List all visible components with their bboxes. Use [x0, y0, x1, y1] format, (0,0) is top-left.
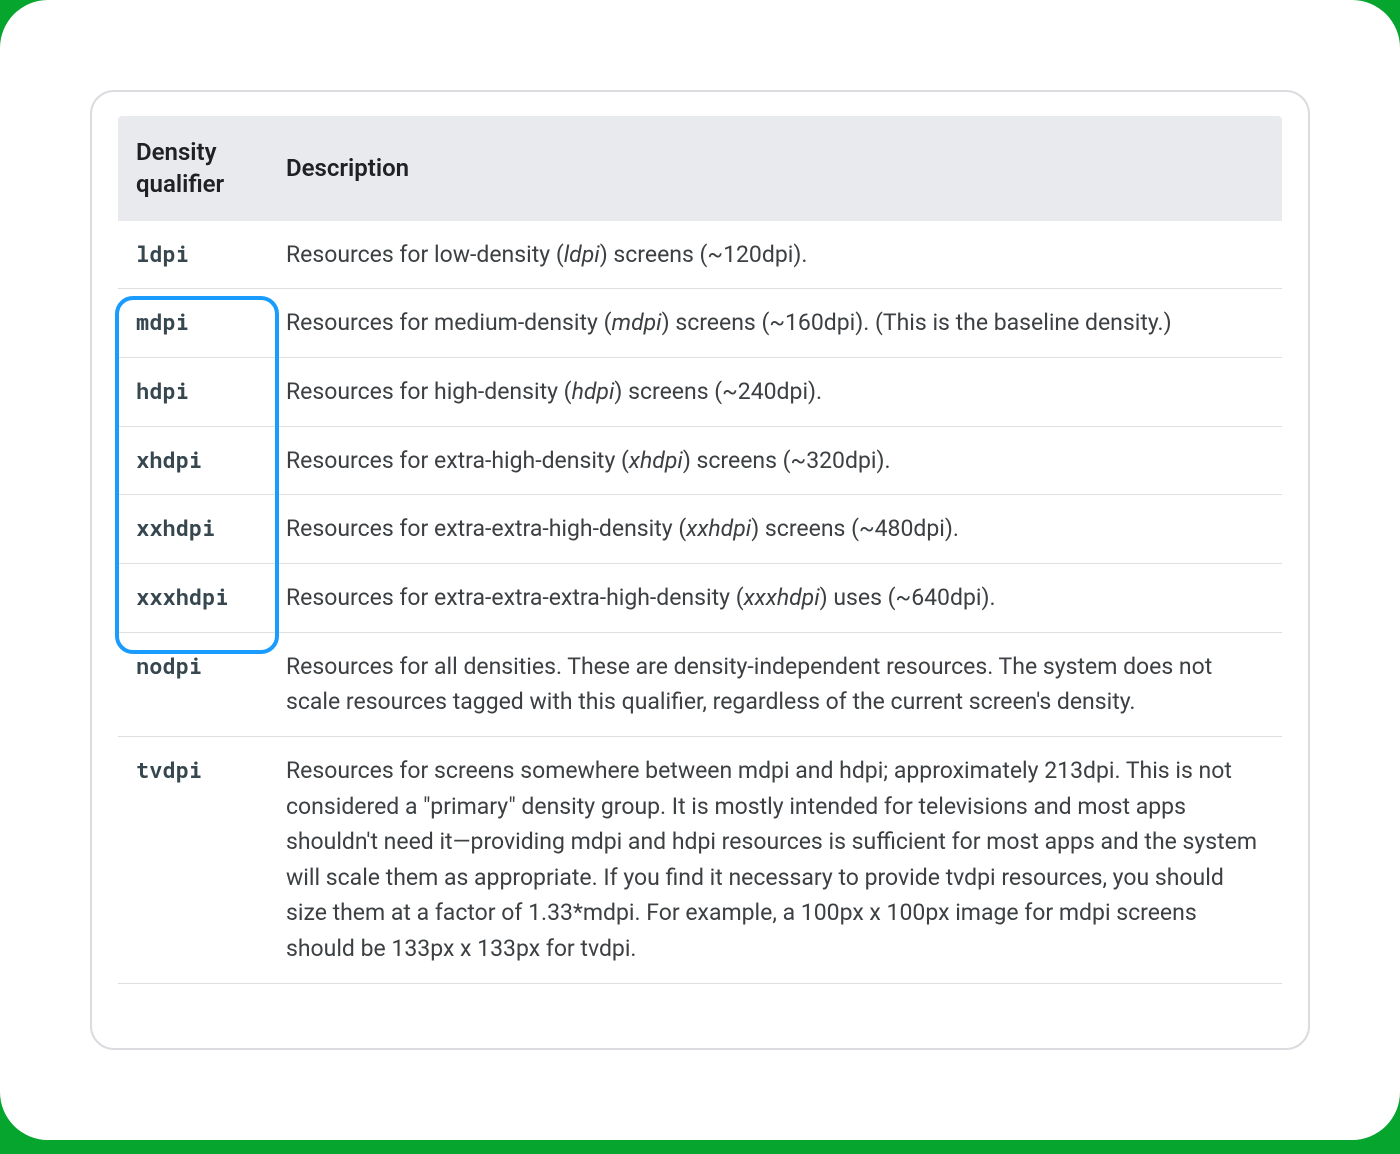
desc-italic: hdpi: [572, 378, 615, 405]
qualifier-cell: xxxhdpi: [118, 563, 268, 632]
desc-pre: Resources for medium-density (: [286, 309, 612, 336]
description-cell: Resources for extra-high-density (xhdpi)…: [268, 426, 1282, 495]
desc-italic: xhdpi: [629, 447, 683, 474]
desc-post: ) screens (~160dpi). (This is the baseli…: [662, 309, 1172, 336]
header-description: Description: [268, 116, 1282, 221]
table-row: ldpiResources for low-density (ldpi) scr…: [118, 221, 1282, 289]
table-row: tvdpiResources for screens somewhere bet…: [118, 736, 1282, 983]
description-cell: Resources for medium-density (mdpi) scre…: [268, 289, 1282, 358]
desc-pre: Resources for extra-high-density (: [286, 447, 629, 474]
table-header-row: Density qualifier Description: [118, 116, 1282, 221]
table-row: xxhdpiResources for extra-extra-high-den…: [118, 495, 1282, 564]
desc-post: ) screens (~120dpi).: [600, 241, 808, 268]
desc-pre: Resources for extra-extra-extra-high-den…: [286, 584, 744, 611]
description-cell: Resources for screens somewhere between …: [268, 736, 1282, 983]
desc-pre: Resources for extra-extra-high-density (: [286, 515, 686, 542]
table-row: xxxhdpiResources for extra-extra-extra-h…: [118, 563, 1282, 632]
qualifier-cell: mdpi: [118, 289, 268, 358]
density-table: Density qualifier Description ldpiResour…: [118, 116, 1282, 984]
qualifier-cell: ldpi: [118, 221, 268, 289]
outer-card: Density qualifier Description ldpiResour…: [0, 0, 1400, 1140]
description-cell: Resources for low-density (ldpi) screens…: [268, 221, 1282, 289]
desc-pre: Resources for all densities. These are d…: [286, 653, 1212, 716]
qualifier-cell: xxhdpi: [118, 495, 268, 564]
desc-post: ) screens (~240dpi).: [614, 378, 822, 405]
desc-pre: Resources for low-density (: [286, 241, 564, 268]
table-row: mdpiResources for medium-density (mdpi) …: [118, 289, 1282, 358]
desc-post: ) screens (~320dpi).: [683, 447, 891, 474]
desc-italic: ldpi: [564, 241, 600, 268]
header-qualifier: Density qualifier: [118, 116, 268, 221]
qualifier-cell: hdpi: [118, 358, 268, 427]
desc-italic: xxhdpi: [686, 515, 751, 542]
qualifier-cell: nodpi: [118, 632, 268, 736]
table-row: nodpi Resources for all densities. These …: [118, 632, 1282, 736]
description-cell: Resources for high-density (hdpi) screen…: [268, 358, 1282, 427]
table-row: xhdpiResources for extra-high-density (x…: [118, 426, 1282, 495]
qualifier-cell: xhdpi: [118, 426, 268, 495]
table-panel: Density qualifier Description ldpiResour…: [90, 90, 1310, 1050]
description-cell: Resources for extra-extra-high-density (…: [268, 495, 1282, 564]
description-cell: Resources for all densities. These are d…: [268, 632, 1282, 736]
desc-post: ) screens (~480dpi).: [751, 515, 959, 542]
desc-italic: xxxhdpi: [744, 584, 820, 611]
table-row: hdpiResources for high-density (hdpi) sc…: [118, 358, 1282, 427]
qualifier-cell: tvdpi: [118, 736, 268, 983]
desc-italic: mdpi: [612, 309, 662, 336]
description-cell: Resources for extra-extra-extra-high-den…: [268, 563, 1282, 632]
desc-pre: Resources for high-density (: [286, 378, 572, 405]
desc-post: ) uses (~640dpi).: [820, 584, 996, 611]
desc-pre: Resources for screens somewhere between …: [286, 757, 1257, 962]
